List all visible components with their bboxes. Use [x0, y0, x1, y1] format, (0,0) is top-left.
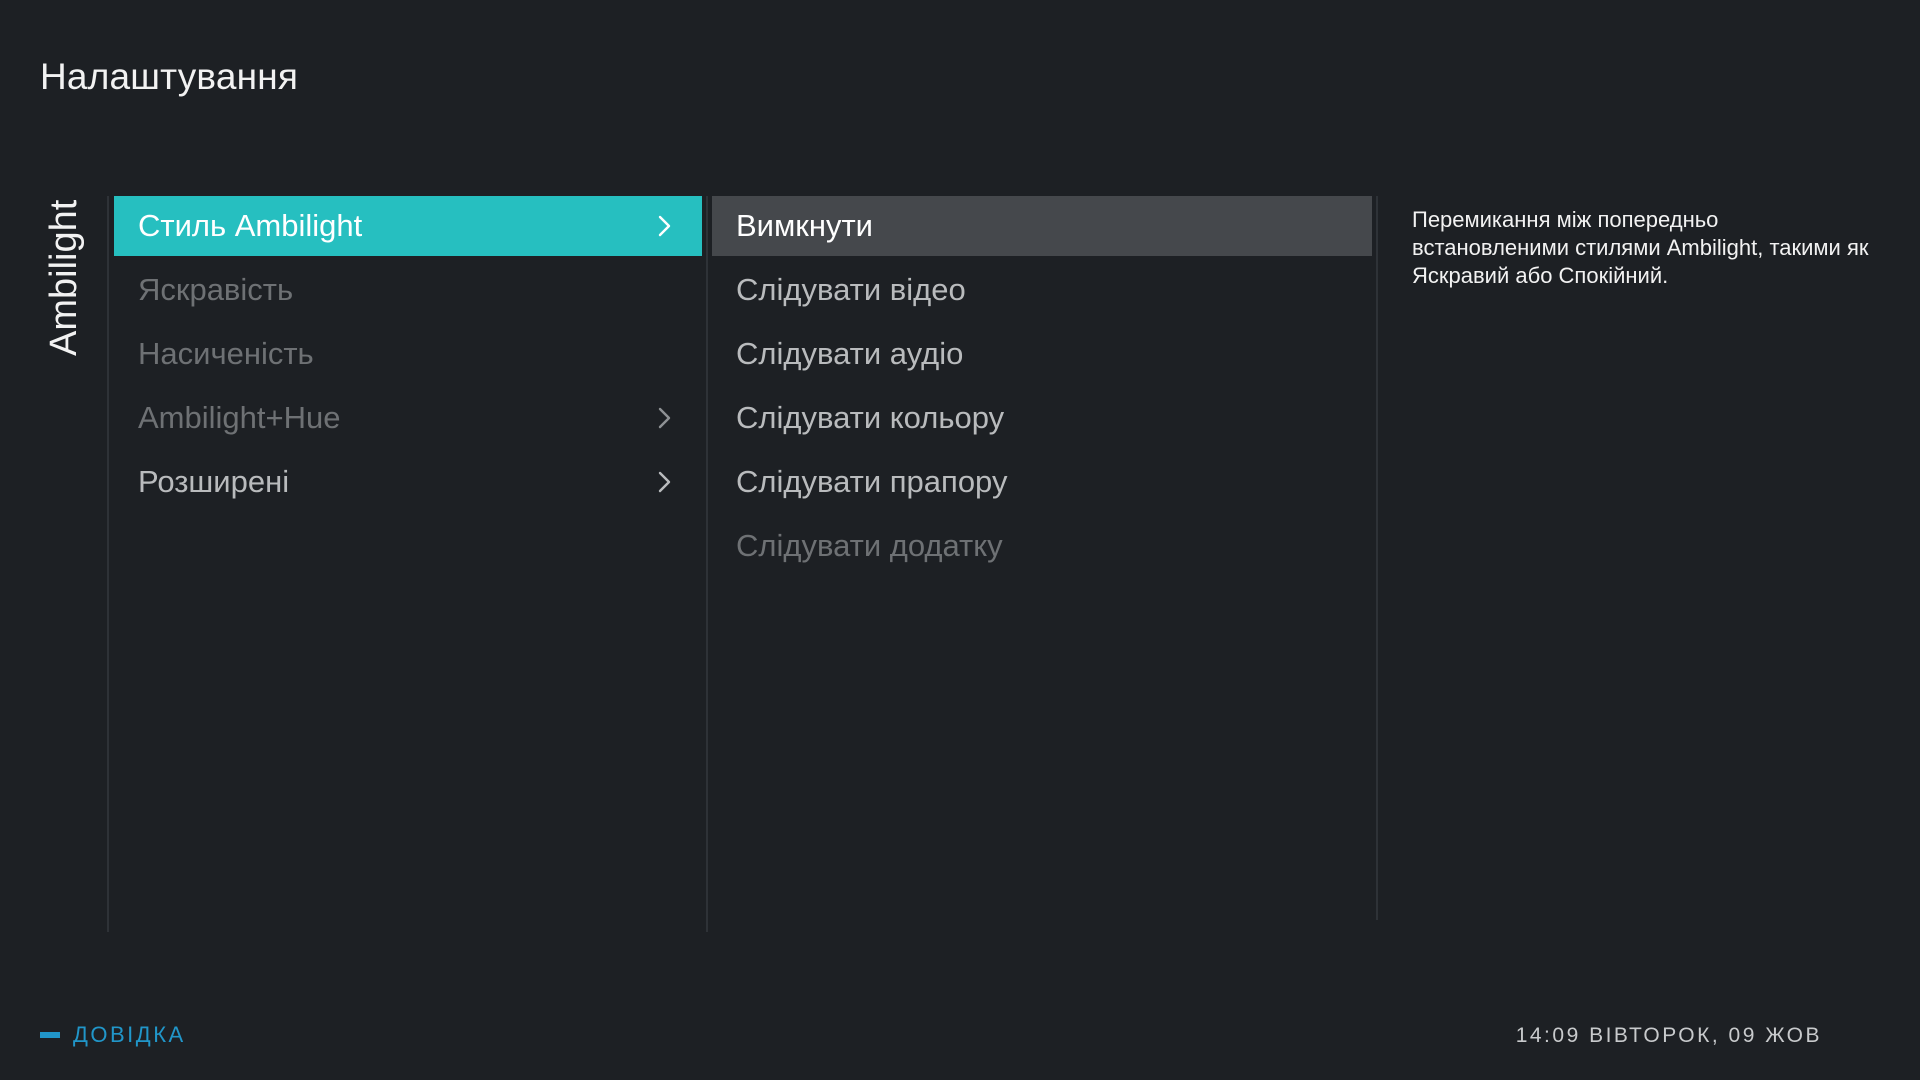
minus-key-icon — [40, 1032, 60, 1038]
option-label: Вимкнути — [736, 208, 874, 243]
menu-item-ambilight-hue[interactable]: Ambilight+Hue — [114, 388, 702, 448]
settings-screen: Налаштування Ambilight Стиль Ambilight Я… — [0, 0, 1920, 1080]
help-button[interactable]: ДОВІДКА — [40, 1022, 186, 1048]
help-label: ДОВІДКА — [73, 1022, 186, 1047]
menu-item-label: Насиченість — [138, 336, 314, 371]
menu-item-brightness[interactable]: Яскравість — [114, 260, 702, 320]
clock: 14:09 ВІВТОРОК, 09 ЖОВ — [1515, 1024, 1822, 1047]
divider — [706, 196, 708, 932]
option-follow-flag[interactable]: Слідувати прапору — [712, 452, 1372, 512]
menu-item-label: Ambilight+Hue — [138, 400, 341, 435]
option-label: Слідувати додатку — [736, 528, 1003, 563]
option-label: Слідувати відео — [736, 272, 966, 307]
menu-item-label: Яскравість — [138, 272, 294, 307]
option-label: Слідувати прапору — [736, 464, 1008, 499]
chevron-right-icon — [656, 452, 702, 512]
menu-item-label: Стиль Ambilight — [138, 208, 363, 243]
page-title: Налаштування — [40, 56, 299, 97]
menu-item-advanced[interactable]: Розширені — [114, 452, 702, 512]
divider — [107, 196, 109, 932]
chevron-right-icon — [656, 388, 702, 448]
menu-item-ambilight-style[interactable]: Стиль Ambilight — [114, 196, 702, 256]
option-label: Слідувати кольору — [736, 400, 1005, 435]
option-follow-video[interactable]: Слідувати відео — [712, 260, 1372, 320]
section-label: Ambilight — [43, 199, 85, 356]
option-follow-colour[interactable]: Слідувати кольору — [712, 388, 1372, 448]
section-label-container: Ambilight — [40, 196, 88, 356]
style-submenu: Вимкнути Слідувати відео Слідувати аудіо… — [712, 196, 1372, 580]
divider — [1376, 196, 1378, 920]
option-off[interactable]: Вимкнути — [712, 196, 1372, 256]
menu-item-saturation[interactable]: Насиченість — [114, 324, 702, 384]
main-menu: Стиль Ambilight Яскравість Насиченість A… — [114, 196, 702, 516]
option-label: Слідувати аудіо — [736, 336, 964, 371]
menu-item-label: Розширені — [138, 464, 290, 499]
description-text: Перемикання між попередньо встановленими… — [1412, 207, 1869, 288]
chevron-right-icon — [656, 196, 702, 256]
option-follow-audio[interactable]: Слідувати аудіо — [712, 324, 1372, 384]
option-follow-app[interactable]: Слідувати додатку — [712, 516, 1372, 576]
